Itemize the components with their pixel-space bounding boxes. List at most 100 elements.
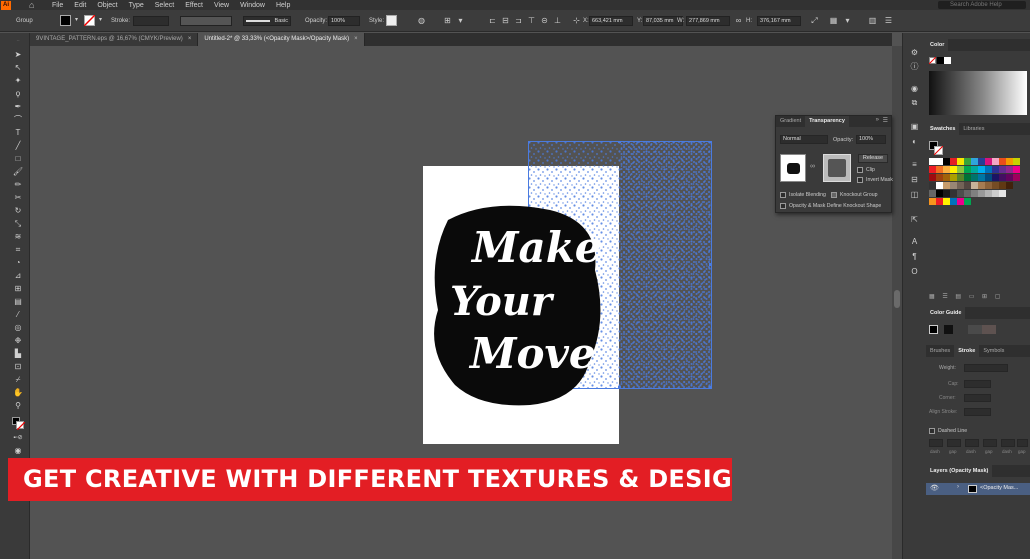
opacity-field[interactable]: 100% bbox=[328, 16, 360, 26]
artboard-tool-icon[interactable]: ⊡ bbox=[12, 361, 24, 372]
opacity-mask-define-checkbox[interactable] bbox=[780, 203, 786, 209]
swatch-stroke-indicator[interactable] bbox=[934, 146, 943, 155]
menu-effect[interactable]: Effect bbox=[185, 2, 203, 9]
pen-tool-icon[interactable]: ✒ bbox=[12, 101, 24, 112]
chevron-down-icon[interactable]: ▾ bbox=[96, 16, 105, 25]
rotate-tool-icon[interactable]: ↻ bbox=[12, 205, 24, 216]
align-center-icon[interactable]: ⊟ bbox=[501, 16, 510, 25]
menu-edit[interactable]: Edit bbox=[74, 2, 86, 9]
tab-swatches[interactable]: Swatches bbox=[926, 123, 960, 135]
tab-color-guide[interactable]: Color Guide bbox=[926, 307, 966, 319]
align-stroke-buttons[interactable] bbox=[964, 408, 991, 416]
tab-layers[interactable]: Layers (Opacity Mask) bbox=[926, 465, 993, 477]
gap-field-2[interactable] bbox=[983, 439, 997, 447]
close-icon[interactable]: × bbox=[188, 36, 192, 42]
stroke-weight-field[interactable] bbox=[133, 16, 169, 26]
graphic-style-swatch[interactable] bbox=[386, 15, 397, 26]
reference-point-icon[interactable]: ⊹ bbox=[572, 16, 581, 25]
mask-thumbnail[interactable] bbox=[823, 154, 851, 182]
color-guide-base[interactable] bbox=[929, 325, 938, 334]
harmony-swatch-1[interactable] bbox=[944, 325, 953, 334]
color-spectrum[interactable] bbox=[929, 71, 1027, 115]
selection-tool-icon[interactable]: ➤ bbox=[12, 49, 24, 60]
stroke-panel-icon[interactable]: ≡ bbox=[909, 159, 920, 170]
panel-menu-icon[interactable]: ☰ bbox=[884, 16, 893, 25]
zoom-tool-icon[interactable]: ⚲ bbox=[12, 400, 24, 411]
rectangle-tool-icon[interactable]: □ bbox=[12, 153, 24, 164]
curvature-tool-icon[interactable]: ⌒ bbox=[12, 114, 24, 125]
swatch-grid[interactable] bbox=[929, 158, 1027, 210]
paintbrush-tool-icon[interactable]: 🖌 bbox=[12, 166, 24, 177]
variable-width-profile[interactable] bbox=[180, 16, 232, 26]
character-icon[interactable]: A bbox=[909, 236, 920, 247]
align-right-icon[interactable]: ⊐ bbox=[514, 16, 523, 25]
graph-tool-icon[interactable]: ▙ bbox=[12, 348, 24, 359]
pathfinder-icon[interactable]: ◫ bbox=[909, 189, 920, 200]
align-top-icon[interactable]: ⊤ bbox=[527, 16, 536, 25]
width-field[interactable]: 277,869 mm bbox=[686, 16, 730, 26]
visibility-eye-icon[interactable]: 👁 bbox=[930, 484, 939, 492]
harmony-swatch-3[interactable] bbox=[968, 325, 982, 334]
gradient-tool-icon[interactable]: ▤ bbox=[12, 296, 24, 307]
align-panel-icon[interactable]: ⊟ bbox=[909, 174, 920, 185]
opentype-icon[interactable]: O bbox=[909, 266, 920, 277]
gap-field-3[interactable] bbox=[1017, 439, 1028, 447]
menu-select[interactable]: Select bbox=[155, 2, 174, 9]
color-mode-icon[interactable]: ▪▫⊘ bbox=[12, 433, 24, 444]
blend-mode-select[interactable]: Normal bbox=[780, 135, 828, 144]
layer-row[interactable]: 👁 › <Opacity Mas... bbox=[926, 483, 1030, 495]
dash-field-3[interactable] bbox=[1001, 439, 1015, 447]
export-icon[interactable]: ⇱ bbox=[909, 214, 920, 225]
transform-icon[interactable]: ⤢ bbox=[810, 16, 819, 25]
help-search-input[interactable]: Search Adobe Help bbox=[938, 1, 1026, 9]
home-icon[interactable]: ⌂ bbox=[29, 0, 41, 10]
tab-brushes[interactable]: Brushes bbox=[926, 345, 954, 357]
height-field[interactable]: 376,167 mm bbox=[757, 16, 801, 26]
shape-builder-tool-icon[interactable]: ◔ bbox=[12, 257, 24, 268]
lettering-artwork[interactable]: Make Your Move bbox=[430, 200, 610, 410]
direct-selection-tool-icon[interactable]: ↖ bbox=[12, 62, 24, 73]
corner-buttons[interactable] bbox=[964, 394, 991, 402]
tab-transparency[interactable]: Transparency bbox=[805, 116, 849, 127]
x-position-field[interactable]: 663,421 mm bbox=[589, 16, 633, 26]
tab-libraries[interactable]: Libraries bbox=[959, 123, 988, 135]
tab-gradient[interactable]: Gradient bbox=[776, 116, 805, 127]
pencil-tool-icon[interactable]: ✏ bbox=[12, 179, 24, 190]
swatches-footer-icons[interactable]: ▦ ☰ ▤ ▭ ⊞ ▢ bbox=[929, 293, 1003, 300]
scissors-tool-icon[interactable]: ✂ bbox=[12, 192, 24, 203]
draw-mode-icon[interactable]: ◉ bbox=[12, 445, 24, 456]
blend-tool-icon[interactable]: ◎ bbox=[12, 322, 24, 333]
tab-color[interactable]: Color bbox=[926, 39, 949, 51]
menu-view[interactable]: View bbox=[214, 2, 229, 9]
paragraph-icon[interactable]: ¶ bbox=[909, 251, 920, 262]
menu-type[interactable]: Type bbox=[129, 2, 144, 9]
opacity-field[interactable]: 100% bbox=[856, 135, 886, 144]
hand-tool-icon[interactable]: ✋ bbox=[12, 387, 24, 398]
gap-field-1[interactable] bbox=[947, 439, 961, 447]
navigator-icon[interactable]: ▣ bbox=[909, 121, 920, 132]
menu-window[interactable]: Window bbox=[240, 2, 265, 9]
tab-untitled-2[interactable]: Untitled-2* @ 33,33% (<Opacity Mask>/Opa… bbox=[198, 33, 365, 46]
artwork-thumbnail[interactable] bbox=[780, 154, 806, 182]
none-swatch[interactable] bbox=[929, 57, 936, 64]
menu-file[interactable]: File bbox=[52, 2, 63, 9]
clip-checkbox[interactable] bbox=[857, 167, 863, 173]
black-swatch[interactable] bbox=[937, 57, 944, 64]
tab-stroke[interactable]: Stroke bbox=[954, 345, 980, 357]
dash-field-2[interactable] bbox=[965, 439, 979, 447]
chevron-down-icon[interactable]: ▾ bbox=[72, 16, 81, 25]
symbol-sprayer-tool-icon[interactable]: ❉ bbox=[12, 335, 24, 346]
recolor-artwork-icon[interactable]: ◍ bbox=[417, 16, 426, 25]
cap-buttons[interactable] bbox=[964, 380, 991, 388]
mesh-tool-icon[interactable]: ⊞ bbox=[12, 283, 24, 294]
dashed-line-checkbox[interactable] bbox=[929, 428, 935, 434]
magic-wand-tool-icon[interactable]: ✦ bbox=[12, 75, 24, 86]
align-options-icon[interactable]: ⊞ bbox=[443, 16, 452, 25]
link-icon[interactable]: ∞ bbox=[734, 16, 743, 25]
dash-field-1[interactable] bbox=[929, 439, 943, 447]
lasso-tool-icon[interactable]: ϙ bbox=[12, 88, 24, 99]
close-icon[interactable]: × bbox=[354, 36, 358, 42]
knockout-group-checkbox[interactable] bbox=[831, 192, 837, 198]
weight-field[interactable] bbox=[964, 364, 1008, 372]
transparency-icon[interactable]: ◐ bbox=[909, 136, 920, 147]
